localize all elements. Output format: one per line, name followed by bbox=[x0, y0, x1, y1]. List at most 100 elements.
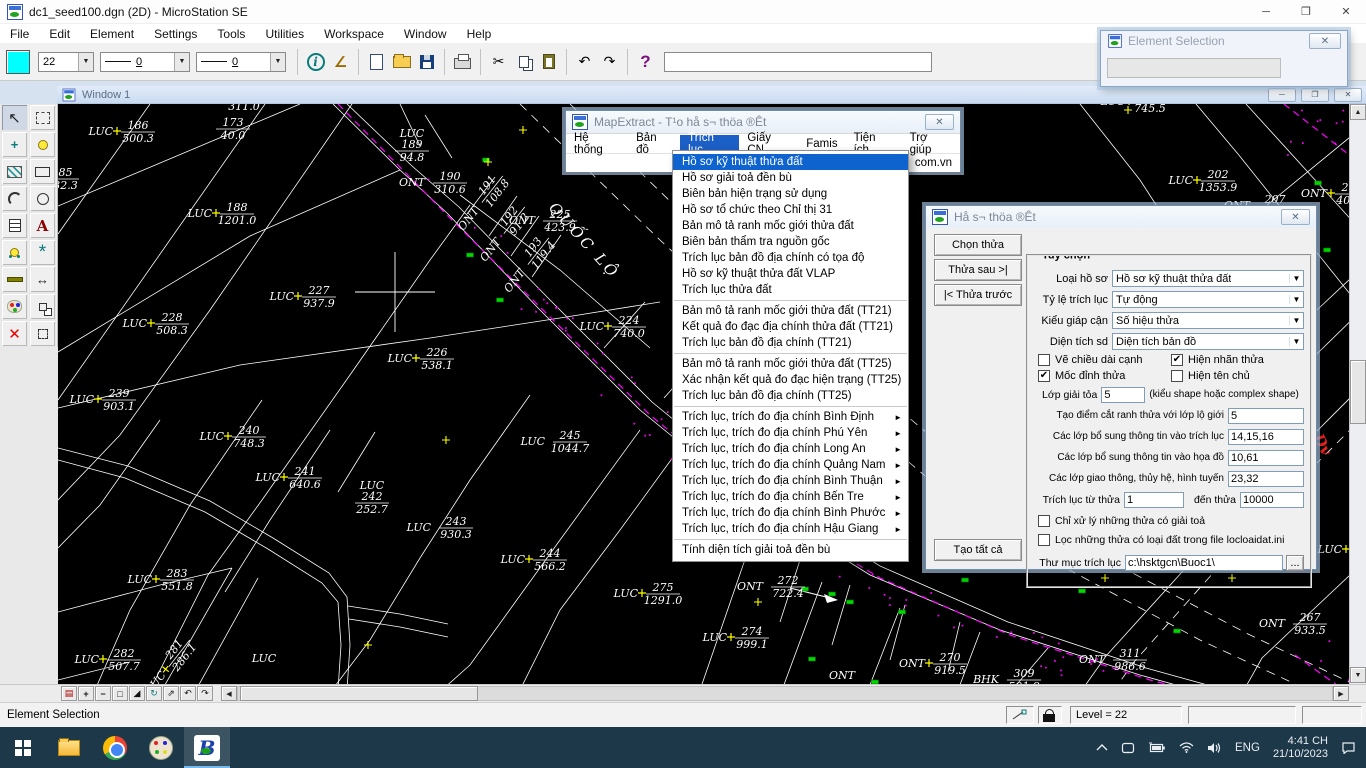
view-next-button[interactable]: ↷ bbox=[197, 686, 213, 701]
line-style-combo[interactable]: 0▼ bbox=[196, 52, 286, 72]
field-input[interactable] bbox=[1228, 471, 1304, 487]
dropdown-item[interactable]: Trích lục bản đồ địa chính (TT21) bbox=[673, 335, 908, 351]
menu-tools[interactable]: Tools bbox=[207, 27, 255, 41]
taskbar-paint[interactable] bbox=[138, 727, 184, 768]
checkbox-item[interactable]: Chỉ xử lý những thửa có giải toả bbox=[1038, 515, 1205, 527]
menu-window[interactable]: Window bbox=[394, 27, 457, 41]
dropdown-item[interactable]: Biên bản hiện trạng sử dụng bbox=[673, 186, 908, 202]
manipulate-tool[interactable] bbox=[29, 293, 56, 320]
dropdown-item[interactable]: Bản mô tả ranh mốc giới thửa đất (TT21) bbox=[673, 303, 908, 319]
dropdown-item[interactable]: Hồ sơ kỹ thuật thửa đất VLAP bbox=[673, 266, 908, 282]
dropdown-item[interactable]: Trích lục, trích đo địa chính Bình Phước… bbox=[673, 505, 908, 521]
copy-button[interactable] bbox=[511, 48, 536, 75]
zoom-out-button[interactable]: − bbox=[95, 686, 111, 701]
combo-field[interactable]: Diện tích bản đồ▼ bbox=[1112, 333, 1304, 350]
mapextract-menu-item[interactable]: Trợ giúp bbox=[902, 135, 960, 153]
dropdown-item[interactable]: Hồ sơ giải toả đền bù bbox=[673, 170, 908, 186]
tray-volume-icon[interactable] bbox=[1207, 742, 1222, 754]
taskbar-microstation[interactable]: B bbox=[184, 727, 230, 768]
combo-field[interactable]: Hồ sơ kỹ thuật thửa đất▼ bbox=[1112, 270, 1304, 287]
dropdown-item[interactable]: Trích lục, trích đo địa chính Quảng Nam► bbox=[673, 457, 908, 473]
cells-tool[interactable] bbox=[1, 212, 28, 239]
menu-element[interactable]: Element bbox=[80, 27, 144, 41]
annotate-tool[interactable] bbox=[1, 239, 28, 266]
pattern-tool[interactable] bbox=[1, 158, 28, 185]
view-minimize-icon[interactable]: ─ bbox=[1268, 88, 1296, 102]
dimension-tool[interactable]: ↔ bbox=[29, 266, 56, 293]
active-level-field[interactable]: Level = 22 bbox=[1070, 706, 1182, 724]
element-selection-close-button[interactable]: ✕ bbox=[1309, 33, 1341, 49]
tray-device-icon[interactable] bbox=[1121, 742, 1135, 754]
active-color-swatch[interactable] bbox=[6, 50, 30, 74]
checkbox-item[interactable]: Vẽ chiều dài cạnh bbox=[1038, 354, 1171, 366]
from-input[interactable] bbox=[1124, 492, 1184, 508]
menu-edit[interactable]: Edit bbox=[39, 27, 80, 41]
new-file-button[interactable] bbox=[364, 48, 389, 75]
menu-workspace[interactable]: Workspace bbox=[314, 27, 394, 41]
element-selection-titlebar[interactable]: Element Selection ✕ bbox=[1101, 31, 1347, 51]
snap-mode-button[interactable] bbox=[1006, 706, 1034, 724]
line-weight-combo[interactable]: 0▼ bbox=[100, 52, 190, 72]
field-input[interactable] bbox=[1228, 429, 1304, 445]
help-button[interactable]: ? bbox=[633, 48, 658, 75]
view-close-icon[interactable]: ✕ bbox=[1334, 88, 1362, 102]
close-icon[interactable]: ✕ bbox=[1326, 0, 1366, 23]
delete-tool[interactable]: ✕ bbox=[1, 320, 28, 347]
taskbar-chrome[interactable] bbox=[92, 727, 138, 768]
to-input[interactable] bbox=[1240, 492, 1304, 508]
tray-notifications-icon[interactable] bbox=[1341, 741, 1356, 754]
maximize-icon[interactable]: ❐ bbox=[1286, 0, 1326, 23]
polygon-tool[interactable] bbox=[29, 158, 56, 185]
element-info-button[interactable]: i bbox=[303, 48, 328, 75]
active-angle-button[interactable]: ∠ bbox=[328, 48, 353, 75]
fit-view-button[interactable]: ◢ bbox=[129, 686, 145, 701]
dropdown-item[interactable]: Trích lục, trích đo địa chính Long An► bbox=[673, 441, 908, 457]
vertical-scrollbar[interactable]: ▲ ▼ bbox=[1349, 104, 1366, 684]
dropdown-item[interactable]: Bản mô tả ranh mốc giới thửa đất (TT25) bbox=[673, 356, 908, 372]
menu-help[interactable]: Help bbox=[457, 27, 502, 41]
browse-button[interactable]: ... bbox=[1286, 555, 1304, 571]
checkbox-item[interactable]: ✔Mốc đỉnh thửa bbox=[1038, 370, 1171, 382]
modify-tool[interactable] bbox=[29, 320, 56, 347]
minimize-icon[interactable]: ─ bbox=[1246, 0, 1286, 23]
redo-button[interactable]: ↷ bbox=[597, 48, 622, 75]
dropdown-item[interactable]: Trích lục bản đồ địa chính (TT25) bbox=[673, 388, 908, 404]
dropdown-item[interactable]: Biên bản thẩm tra nguồn gốc bbox=[673, 234, 908, 250]
open-file-button[interactable] bbox=[389, 48, 414, 75]
text-tool[interactable]: A bbox=[29, 212, 56, 239]
rotate-view-button[interactable]: ↻ bbox=[146, 686, 162, 701]
thua-truoc-button[interactable]: |< Thửa trước bbox=[934, 284, 1022, 306]
dropdown-item[interactable]: Tính diện tích giải toả đền bù bbox=[673, 542, 908, 558]
view-light-tool[interactable] bbox=[29, 131, 56, 158]
save-button[interactable] bbox=[414, 48, 439, 75]
hoso-close-button[interactable]: ✕ bbox=[1281, 209, 1310, 225]
start-button[interactable] bbox=[0, 727, 46, 768]
hoso-titlebar[interactable]: Hå s¬ thöa ®Êt ✕ bbox=[926, 206, 1316, 228]
chon-thua-button[interactable]: Chọn thửa bbox=[934, 234, 1022, 256]
ellipse-tool[interactable] bbox=[29, 185, 56, 212]
dropdown-item[interactable]: Trích lục, trích đo địa chính Bến Tre► bbox=[673, 489, 908, 505]
mapextract-titlebar[interactable]: MapExtract - T¹o hå s¬ thöa ®Êt ✕ bbox=[566, 111, 960, 133]
dropdown-item[interactable]: Trích lục, trích đo địa chính Bình Thuận… bbox=[673, 473, 908, 489]
field-input[interactable] bbox=[1228, 450, 1304, 466]
dropdown-item[interactable]: Trích lục, trích đo địa chính Hậu Giang► bbox=[673, 521, 908, 537]
tray-battery-icon[interactable] bbox=[1148, 742, 1166, 753]
vscroll-thumb[interactable] bbox=[1350, 360, 1366, 424]
arc-tool[interactable] bbox=[1, 185, 28, 212]
view-restore-icon[interactable]: ❐ bbox=[1301, 88, 1329, 102]
measure-tool[interactable] bbox=[1, 266, 28, 293]
cut-button[interactable]: ✂ bbox=[486, 48, 511, 75]
undo-button[interactable]: ↶ bbox=[572, 48, 597, 75]
dropdown-item[interactable]: Bản mô tả ranh mốc giới thửa đất bbox=[673, 218, 908, 234]
menu-utilities[interactable]: Utilities bbox=[255, 27, 314, 41]
dropdown-item[interactable]: Trích lục, trích đo địa chính Bình Định► bbox=[673, 409, 908, 425]
dropdown-item[interactable]: Hồ sơ kỹ thuật thửa đất bbox=[673, 154, 908, 170]
paste-button[interactable] bbox=[536, 48, 561, 75]
tray-clock[interactable]: 4:41 CH 21/10/2023 bbox=[1273, 735, 1328, 761]
multipoint-tool[interactable]: * bbox=[29, 239, 56, 266]
combo-field[interactable]: Tự động▼ bbox=[1112, 291, 1304, 308]
scroll-down-icon[interactable]: ▼ bbox=[1350, 667, 1366, 683]
zoom-in-button[interactable]: + bbox=[78, 686, 94, 701]
checkbox-item[interactable]: Hiện tên chủ bbox=[1171, 370, 1304, 382]
dropdown-item[interactable]: Trích lục, trích đo địa chính Phú Yên► bbox=[673, 425, 908, 441]
